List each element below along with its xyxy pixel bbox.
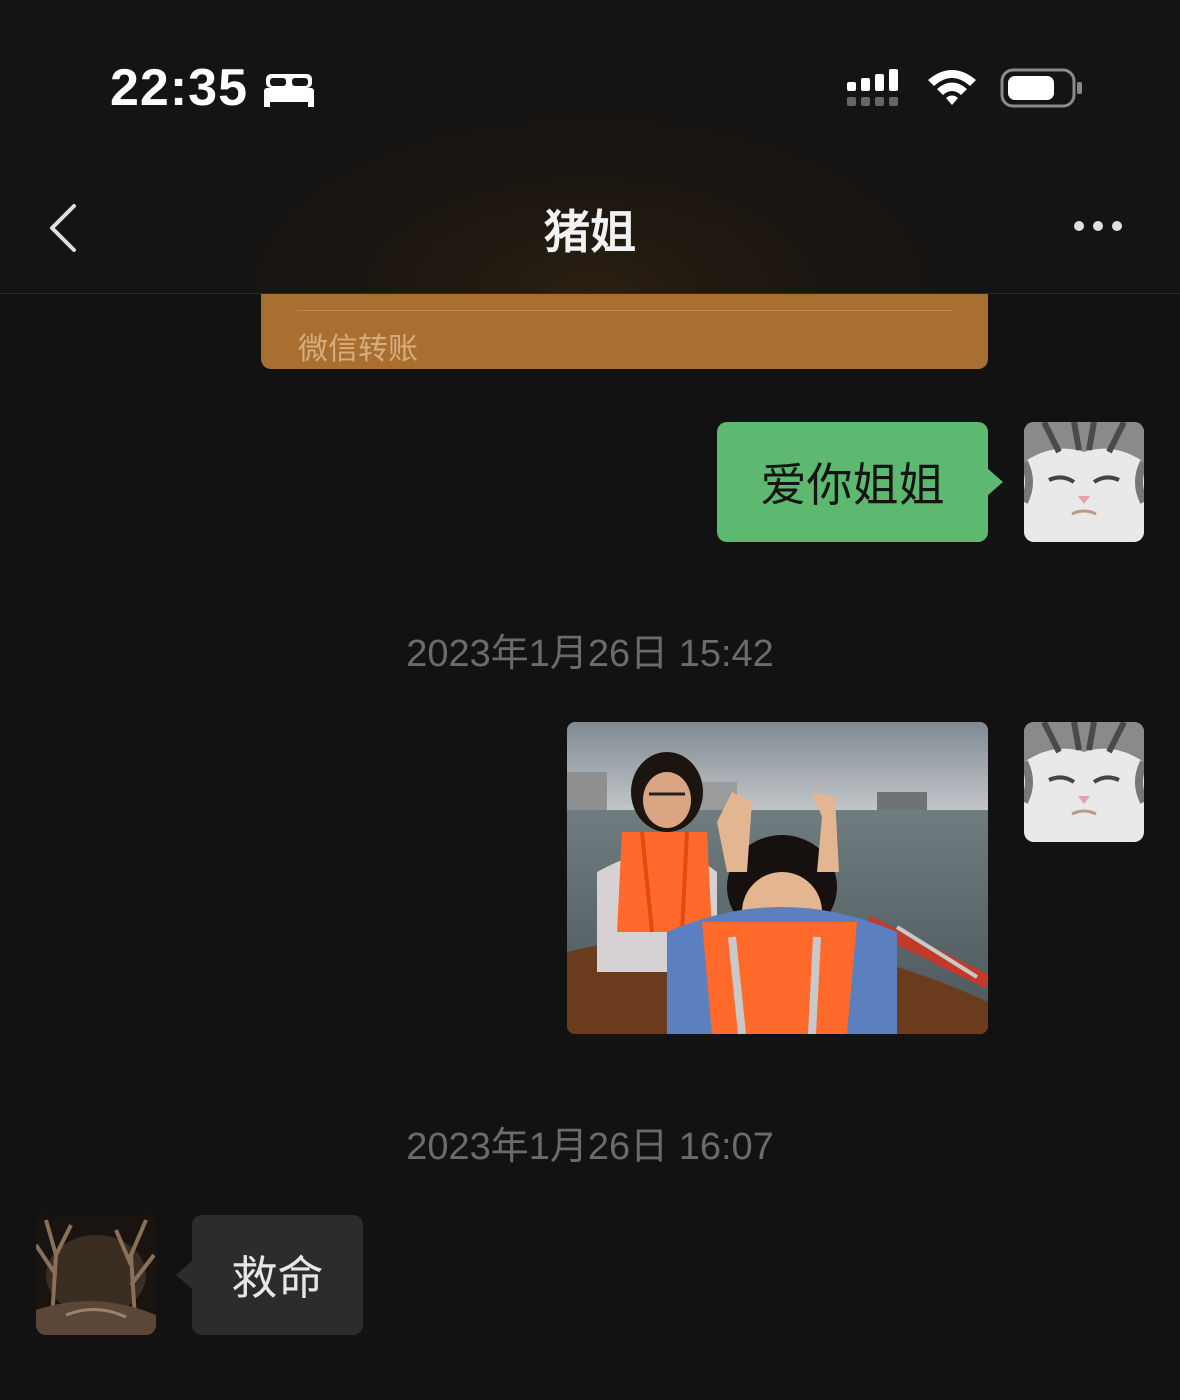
wifi-icon (928, 70, 976, 105)
incoming-message-bubble[interactable]: 救命 (192, 1215, 363, 1335)
cat-avatar-image (1024, 422, 1144, 542)
bubble-tail (176, 1261, 192, 1289)
cat-avatar-image (1024, 722, 1144, 842)
timestamp: 2023年1月26日 16:07 (406, 1126, 774, 1168)
timestamp: 2023年1月26日 15:42 (406, 633, 774, 675)
forest-avatar-image (36, 1215, 156, 1335)
transfer-card[interactable]: 微信转账 (261, 294, 988, 369)
transfer-label: 微信转账 (298, 332, 418, 367)
my-avatar[interactable] (1024, 722, 1144, 842)
more-dots-icon[interactable] (1070, 216, 1126, 236)
bed-icon (264, 74, 314, 107)
outgoing-message-text: 爱你姐姐 (760, 458, 945, 512)
photo-message[interactable] (567, 722, 988, 1034)
bubble-tail (987, 468, 1003, 496)
battery-icon (1000, 68, 1082, 108)
status-time: 22:35 (110, 59, 248, 117)
chat-screen: 22:35 猪姐 微信转账 爱你姐姐 2023年1月26日 15:42 2023… (0, 0, 1180, 1400)
transfer-divider (297, 310, 952, 311)
chevron-left-icon[interactable] (44, 200, 84, 256)
photo-image (567, 722, 988, 1034)
my-avatar[interactable] (1024, 422, 1144, 542)
contact-avatar[interactable] (36, 1215, 156, 1335)
chat-title: 猪姐 (544, 205, 636, 259)
incoming-message-text: 救命 (231, 1251, 324, 1305)
signal-icon (847, 69, 898, 106)
outgoing-message-bubble[interactable]: 爱你姐姐 (717, 422, 988, 542)
